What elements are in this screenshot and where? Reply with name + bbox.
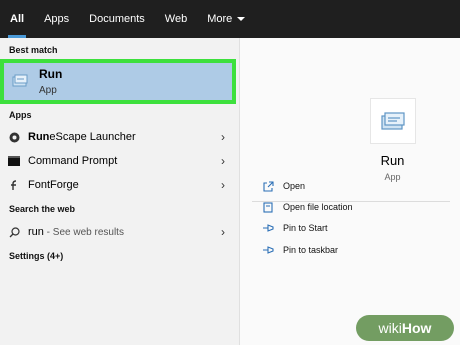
search-web-heading: Search the web	[9, 204, 76, 214]
chevron-right-icon[interactable]: ›	[221, 225, 225, 239]
tab-label: Apps	[44, 13, 70, 25]
run-app-icon	[12, 74, 28, 93]
best-match-subtitle: App	[39, 85, 57, 96]
web-search-result[interactable]: run - See web results ›	[0, 220, 239, 244]
tab-label: Web	[164, 13, 188, 25]
tab-more[interactable]: More	[197, 0, 255, 38]
logo-text: wiki	[378, 320, 402, 336]
tab-web[interactable]: Web	[155, 0, 197, 38]
search-icon	[8, 226, 20, 238]
action-label: Pin to taskbar	[283, 245, 339, 255]
wikihow-logo: wiki How	[356, 315, 454, 341]
list-item-runescape[interactable]: RuneScape Launcher ›	[0, 125, 239, 149]
run-app-large-icon	[370, 98, 416, 144]
apps-heading: Apps	[9, 110, 32, 120]
tab-label: Documents	[89, 13, 145, 25]
chevron-down-icon	[237, 17, 246, 21]
web-result-label: run - See web results	[28, 226, 124, 238]
list-item-command-prompt[interactable]: Command Prompt ›	[0, 149, 239, 173]
runescape-icon	[8, 131, 20, 143]
tab-label: All	[10, 13, 25, 25]
detail-title: Run	[380, 153, 405, 168]
app-label: RuneScape Launcher	[28, 131, 136, 143]
chevron-right-icon[interactable]: ›	[221, 130, 225, 144]
tab-documents[interactable]: Documents	[79, 0, 155, 38]
tab-label: More	[207, 13, 233, 25]
open-icon	[262, 180, 274, 192]
logo-text: How	[401, 320, 432, 336]
list-item-fontforge[interactable]: FontForge ›	[0, 173, 239, 197]
chevron-right-icon[interactable]: ›	[221, 178, 225, 192]
settings-heading[interactable]: Settings (4+)	[9, 251, 63, 261]
best-match-heading: Best match	[9, 45, 58, 55]
app-label: FontForge	[28, 179, 79, 191]
search-scope-tabs: All Apps Documents Web More	[0, 0, 460, 38]
best-match-title: Run	[39, 67, 63, 81]
detail-panel: Run App Open Open file location Pin to S…	[239, 38, 460, 345]
detail-subtitle: App	[384, 172, 401, 182]
pin-icon	[262, 244, 274, 256]
action-pin-to-start[interactable]: Pin to Start	[262, 219, 328, 237]
pin-icon	[262, 222, 274, 234]
file-location-icon	[262, 201, 274, 213]
action-label: Open	[283, 181, 306, 191]
fontforge-icon	[8, 179, 20, 191]
action-open-file-location[interactable]: Open file location	[262, 198, 353, 216]
action-pin-to-taskbar[interactable]: Pin to taskbar	[262, 241, 338, 259]
command-prompt-icon	[8, 155, 20, 167]
best-match-run[interactable]: Run App	[0, 59, 236, 104]
action-open[interactable]: Open	[262, 177, 305, 195]
chevron-right-icon[interactable]: ›	[221, 154, 225, 168]
action-label: Pin to Start	[283, 223, 328, 233]
tab-all[interactable]: All	[0, 0, 34, 38]
app-label: Command Prompt	[28, 155, 118, 167]
tab-apps[interactable]: Apps	[34, 0, 79, 38]
action-label: Open file location	[283, 202, 353, 212]
